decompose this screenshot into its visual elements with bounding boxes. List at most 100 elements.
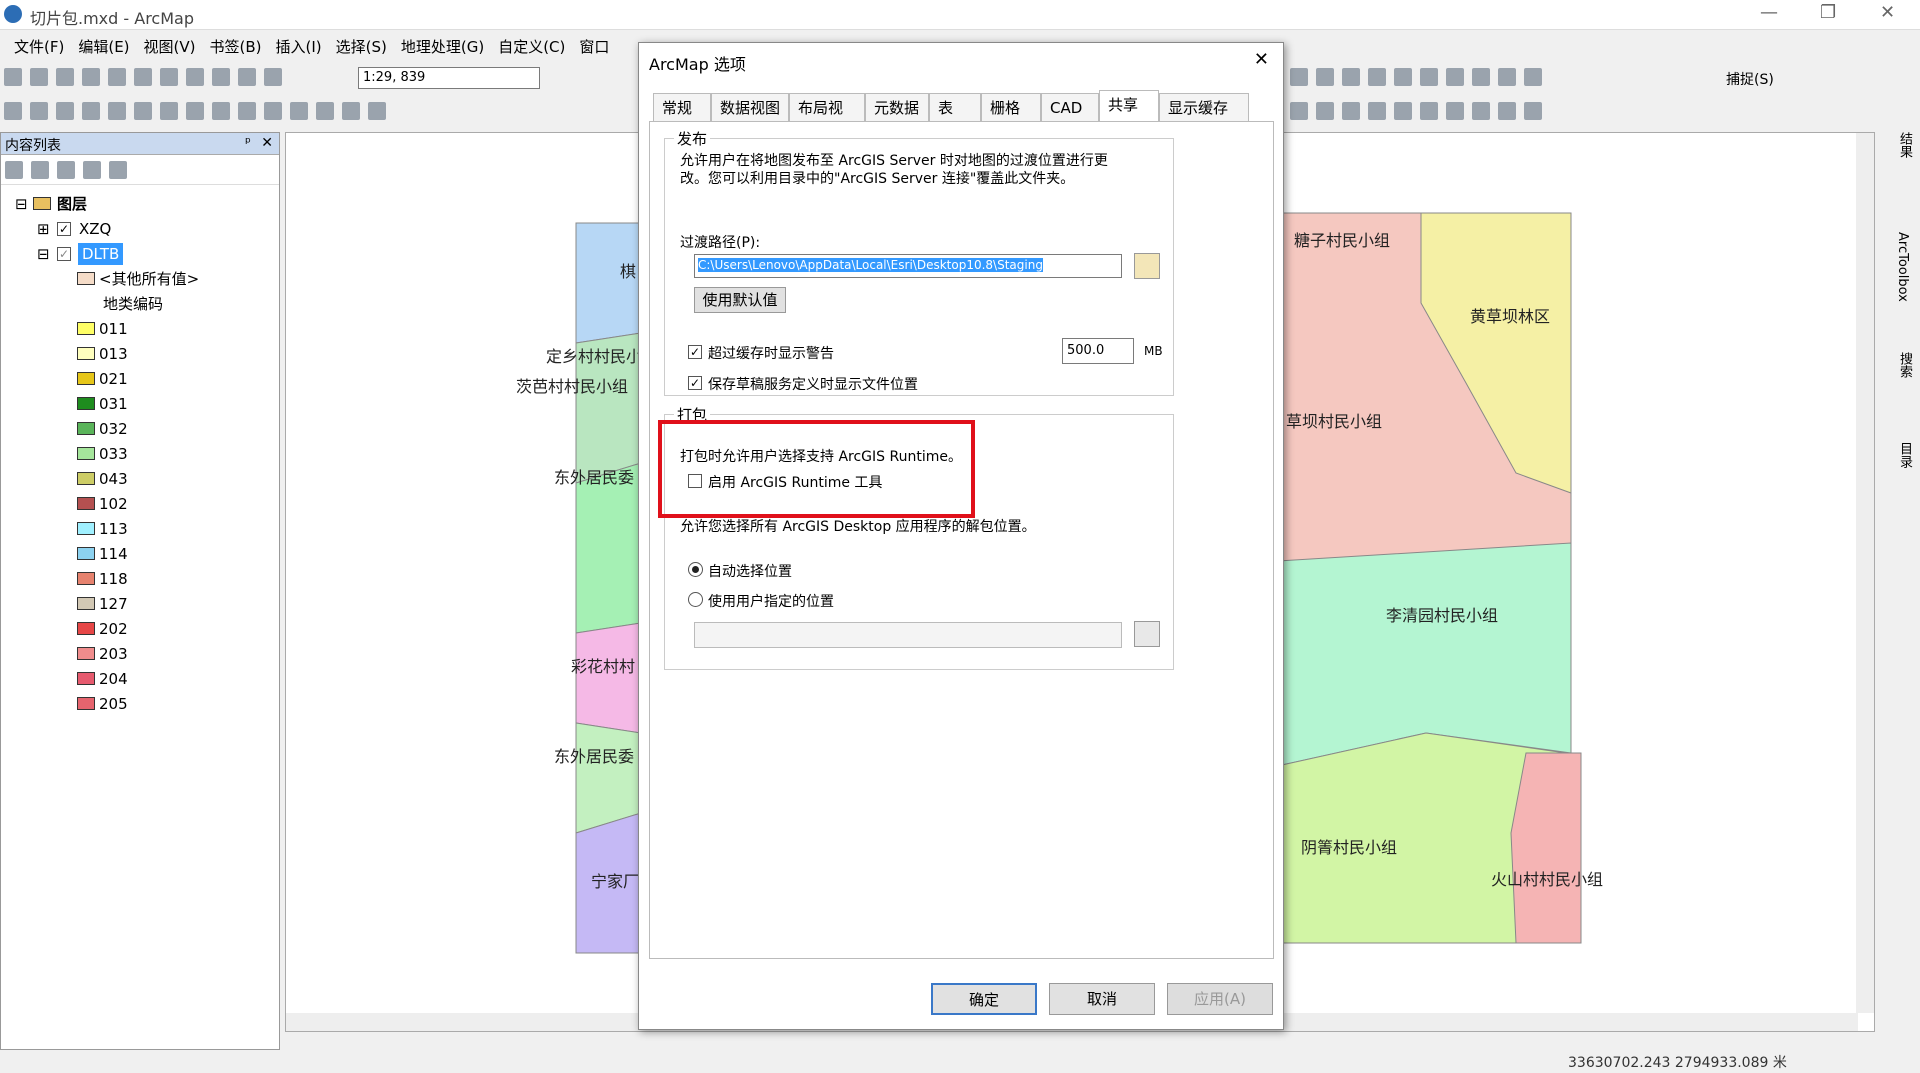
layer-dltb[interactable]: DLTB [78,243,124,265]
unpack-location-input[interactable] [694,622,1122,648]
side-tab-catalog[interactable]: 目录 [1895,442,1914,468]
scale-combobox[interactable]: 1:29, 839 [358,67,540,89]
side-tab-results[interactable]: 结果 [1895,132,1914,158]
menu-window[interactable]: 窗口 [579,36,609,57]
tool-icon[interactable] [1446,102,1464,120]
select-features-icon[interactable] [212,102,230,120]
tab-metadata[interactable]: 元数据 [865,93,929,121]
window-close-button[interactable]: ✕ [1880,2,1895,23]
apply-button[interactable]: 应用(A) [1167,983,1273,1015]
list-by-selection-icon[interactable] [83,161,101,179]
tab-tables[interactable]: 表 [929,93,981,121]
new-icon[interactable] [4,68,22,86]
use-default-button[interactable]: 使用默认值 [694,287,786,313]
tab-sharing[interactable]: 共享 [1099,90,1159,122]
tool-icon[interactable] [1498,68,1516,86]
delete-icon[interactable] [186,68,204,86]
fixed-zoom-in-icon[interactable] [108,102,126,120]
html-popup-icon[interactable] [316,102,334,120]
add-data-icon[interactable] [264,68,282,86]
ok-button[interactable]: 确定 [931,983,1037,1015]
select-element-icon[interactable] [238,102,256,120]
print-icon[interactable] [82,68,100,86]
fixed-zoom-out-icon[interactable] [134,102,152,120]
staging-path-input[interactable]: C:\Users\Lenovo\AppData\Local\Esri\Deskt… [694,254,1122,278]
tab-general[interactable]: 常规 [653,93,711,121]
expand-icon[interactable]: ⊞ [37,218,50,240]
tool-icon[interactable] [1290,102,1308,120]
menu-insert[interactable]: 插入(I) [276,36,322,57]
show-location-checkbox[interactable]: ✓ [688,376,702,390]
side-tab-search[interactable]: 搜索 [1895,352,1914,378]
tool-icon[interactable] [1316,102,1334,120]
tool-icon[interactable] [1368,102,1386,120]
tool-icon[interactable] [1394,68,1412,86]
paste-icon[interactable] [160,68,178,86]
list-by-source-icon[interactable] [31,161,49,179]
tab-display-cache[interactable]: 显示缓存 [1159,93,1249,121]
tool-icon[interactable] [1498,102,1516,120]
menu-file[interactable]: 文件(F) [14,36,64,57]
side-tab-arctoolbox[interactable]: ArcToolbox [1895,232,1910,302]
snapping-menu[interactable]: 捕捉(S) [1726,69,1774,89]
tool-icon[interactable] [1472,102,1490,120]
tool-icon[interactable] [1524,102,1542,120]
options-icon[interactable] [109,161,127,179]
copy-icon[interactable] [134,68,152,86]
list-by-visibility-icon[interactable] [57,161,75,179]
collapse-icon[interactable]: ⊟ [37,243,50,265]
expand-icon[interactable]: ⊟ [15,193,28,215]
menu-geoprocessing[interactable]: 地理处理(G) [401,36,484,57]
tool-icon[interactable] [1446,68,1464,86]
identify-icon[interactable] [264,102,282,120]
minimize-button[interactable]: — [1760,2,1778,23]
menu-selection[interactable]: 选择(S) [336,36,387,57]
layer-xzq[interactable]: XZQ [79,218,111,240]
layers-root[interactable]: 图层 [57,193,87,215]
hyperlink-icon[interactable] [290,102,308,120]
tool-icon[interactable] [1342,68,1360,86]
cut-icon[interactable] [108,68,126,86]
menu-view[interactable]: 视图(V) [144,36,196,57]
back-icon[interactable] [160,102,178,120]
full-extent-icon[interactable] [82,102,100,120]
tab-cad[interactable]: CAD [1041,93,1099,121]
tool-icon[interactable] [1368,68,1386,86]
restore-button[interactable]: ❐ [1820,2,1836,23]
menu-customize[interactable]: 自定义(C) [498,36,565,57]
tab-layout-view[interactable]: 布局视图 [789,93,865,145]
save-icon[interactable] [56,68,74,86]
tool-icon[interactable] [1524,68,1542,86]
pan-icon[interactable] [56,102,74,120]
dltb-visibility-checkbox[interactable]: ✓ [57,247,71,261]
toc-close-icon[interactable]: ✕ [261,135,273,151]
measure-icon[interactable] [368,102,386,120]
redo-icon[interactable] [238,68,256,86]
cache-size-input[interactable]: 500.0 [1062,338,1134,364]
tool-icon[interactable] [1394,102,1412,120]
tool-icon[interactable] [1420,102,1438,120]
tool-icon[interactable] [1420,68,1438,86]
menu-edit[interactable]: 编辑(E) [78,36,129,57]
pin-icon[interactable]: ᵖ [245,135,251,151]
list-by-drawing-order-icon[interactable] [5,161,23,179]
tool-icon[interactable] [1342,102,1360,120]
undo-icon[interactable] [212,68,230,86]
browse-folder-icon[interactable] [1134,253,1160,279]
warn-cache-checkbox[interactable]: ✓ [688,345,702,359]
user-location-radio[interactable] [688,592,703,607]
tab-data-view[interactable]: 数据视图 [711,93,789,121]
vertical-scrollbar[interactable] [1856,133,1874,1013]
forward-icon[interactable] [186,102,204,120]
cancel-button[interactable]: 取消 [1049,983,1155,1015]
zoom-in-icon[interactable] [4,102,22,120]
tool-icon[interactable] [1316,68,1334,86]
tab-raster[interactable]: 栅格 [981,93,1041,121]
tool-icon[interactable] [1290,68,1308,86]
browse-unpack-folder-icon[interactable] [1134,621,1160,647]
menu-bookmarks[interactable]: 书签(B) [210,36,262,57]
auto-location-radio[interactable] [688,562,703,577]
dialog-close-button[interactable]: ✕ [1254,49,1269,70]
tool-icon[interactable] [1472,68,1490,86]
open-icon[interactable] [30,68,48,86]
